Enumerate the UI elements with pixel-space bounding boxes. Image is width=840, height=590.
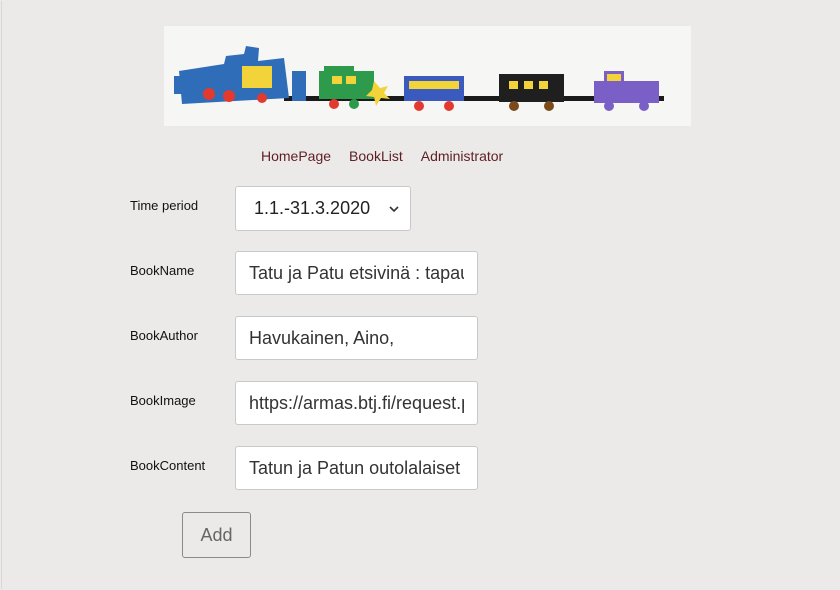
book-author-input[interactable] (235, 316, 478, 360)
book-name-input[interactable] (235, 251, 478, 295)
book-image-label: BookImage (130, 393, 196, 408)
book-author-label: BookAuthor (130, 328, 198, 343)
nav-link-homepage[interactable]: HomePage (261, 148, 331, 164)
nav-link-booklist[interactable]: BookList (349, 148, 403, 164)
book-name-label: BookName (130, 263, 195, 278)
time-period-label: Time period (130, 198, 199, 213)
chevron-down-icon (389, 206, 399, 213)
main-nav: HomePage BookList Administrator (261, 148, 503, 164)
time-period-select[interactable]: 1.1.-31.3.2020 (235, 186, 411, 231)
train-banner-image (164, 26, 691, 126)
time-period-selected-value: 1.1.-31.3.2020 (254, 198, 371, 218)
book-content-input[interactable] (235, 446, 478, 490)
book-content-label: BookContent (130, 458, 206, 473)
book-image-input[interactable] (235, 381, 478, 425)
page: HomePage BookList Administrator Time per… (1, 1, 840, 589)
nav-link-administrator[interactable]: Administrator (421, 148, 503, 164)
add-button[interactable]: Add (182, 512, 251, 558)
